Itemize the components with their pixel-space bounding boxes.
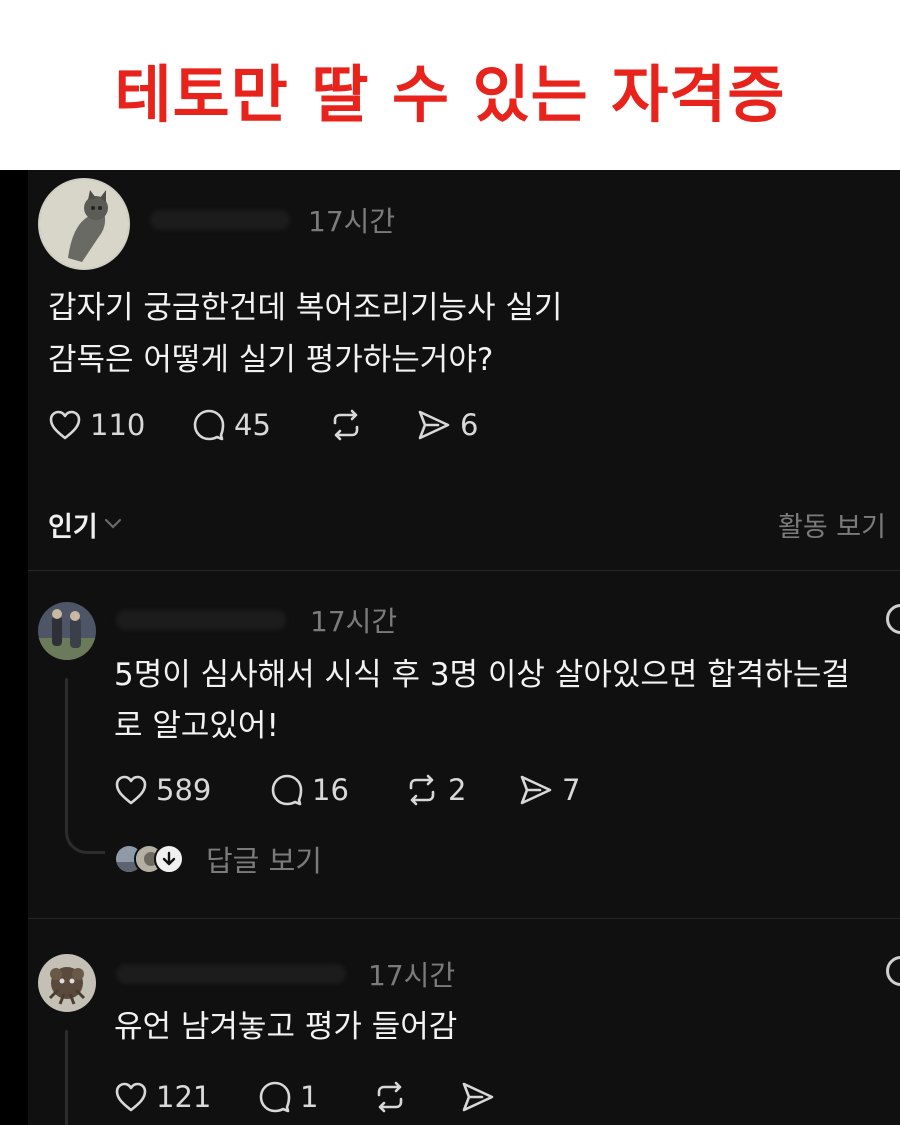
view-replies-label: 답글 보기 — [206, 844, 322, 878]
reply-1-comment-button[interactable]: 16 — [270, 773, 349, 807]
reply-1-username[interactable] — [116, 610, 286, 630]
reply-2-text-line-1: 유언 남겨놓고 평가 들어감 — [114, 1009, 458, 1045]
sort-label: 인기 — [48, 512, 98, 543]
reply-1-text-line-2: 로 알고있어! — [114, 708, 279, 744]
post-repost-button[interactable] — [328, 408, 364, 442]
repost-icon — [328, 408, 364, 442]
comment-icon — [192, 408, 226, 442]
post-share-count: 6 — [460, 408, 479, 442]
post-avatar[interactable] — [38, 178, 130, 270]
repost-icon — [372, 1080, 408, 1114]
divider — [28, 570, 900, 571]
arrow-down-icon — [154, 844, 184, 874]
reply-1-comment-count: 16 — [312, 773, 349, 807]
heart-icon — [114, 774, 148, 806]
reply-1-repost-button[interactable]: 2 — [404, 773, 466, 807]
reply-2-like-count: 121 — [156, 1080, 212, 1114]
reply-1-avatar[interactable] — [38, 602, 96, 660]
post-username[interactable] — [150, 210, 290, 230]
post-like-button[interactable]: 110 — [48, 408, 145, 442]
reply-1-share-button[interactable]: 7 — [518, 773, 580, 807]
screen-edge — [0, 170, 28, 1125]
reply-2-comment-button[interactable]: 1 — [258, 1080, 318, 1114]
post-share-button[interactable]: 6 — [416, 408, 478, 442]
threads-screen: 17시간 갑자기 궁금한건데 복어조리기능사 실기 감독은 어떻게 실기 평가하… — [0, 170, 900, 1125]
send-icon — [518, 773, 554, 807]
activity-link[interactable]: 활동 보기 — [778, 505, 886, 544]
reply-2-timestamp: 17시간 — [368, 959, 456, 992]
comment-icon — [270, 773, 304, 807]
reply-1-like-button[interactable]: 589 — [114, 773, 211, 807]
reply-1-timestamp: 17시간 — [310, 605, 398, 638]
banner-title: 테토만 딸 수 있는 자격증 — [114, 58, 786, 131]
reply-1-text-line-1: 5명이 심사해서 시식 후 3명 이상 살아있으면 합격하는걸 — [114, 657, 850, 693]
reply-2-share-button[interactable] — [460, 1080, 496, 1114]
repost-icon — [404, 773, 440, 807]
post-text-line-1: 갑자기 궁금한건데 복어조리기능사 실기 — [48, 290, 563, 326]
reply-2-comment-count: 1 — [300, 1080, 319, 1114]
heart-icon — [114, 1081, 148, 1113]
view-replies-button[interactable]: 답글 보기 — [114, 838, 322, 880]
sort-dropdown[interactable]: 인기 — [48, 505, 122, 544]
post-timestamp: 17시간 — [308, 205, 396, 238]
reply-1-repost-count: 2 — [448, 773, 467, 807]
banner: 테토만 딸 수 있는 자격증 — [0, 0, 900, 170]
send-icon — [460, 1080, 496, 1114]
thread-curve — [65, 828, 105, 854]
post-comment-count: 45 — [234, 408, 271, 442]
send-icon — [416, 408, 452, 442]
reply-2-repost-button[interactable] — [372, 1080, 408, 1114]
post-text-line-2: 감독은 어떻게 실기 평가하는거야? — [48, 342, 494, 378]
post-comment-button[interactable]: 45 — [192, 408, 271, 442]
more-icon[interactable] — [886, 956, 900, 986]
heart-icon — [48, 409, 82, 441]
reply-2-avatar[interactable] — [38, 954, 96, 1012]
reply-1-share-count: 7 — [562, 773, 581, 807]
post-like-count: 110 — [90, 408, 146, 442]
chevron-down-icon — [104, 515, 122, 534]
divider — [28, 918, 900, 919]
more-icon[interactable] — [886, 604, 900, 634]
thread-line — [65, 678, 68, 830]
comment-icon — [258, 1080, 292, 1114]
reply-2-username[interactable] — [116, 964, 346, 984]
reply-1-like-count: 589 — [156, 773, 212, 807]
reply-2-like-button[interactable]: 121 — [114, 1080, 211, 1114]
thread-line — [65, 1030, 68, 1125]
